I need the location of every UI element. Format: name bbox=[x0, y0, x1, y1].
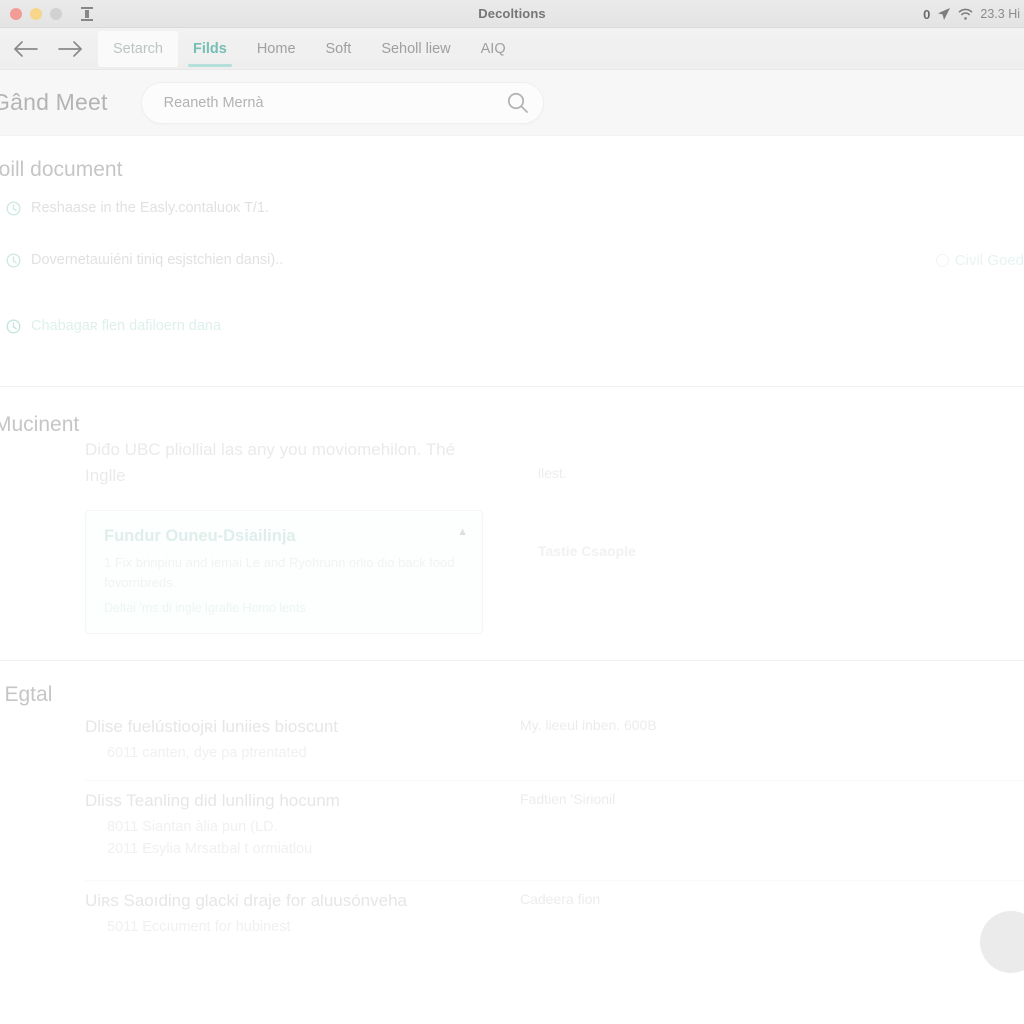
notice-label: Chabagaʀ flen dafiloern dana bbox=[31, 318, 222, 334]
list-item[interactable]: Uiʀs Saoıding glacki draje for aluusónve… bbox=[85, 881, 1024, 955]
search-icon[interactable] bbox=[506, 91, 529, 114]
maximize-window-button[interactable] bbox=[50, 7, 62, 20]
documents-section-title: loill document bbox=[0, 158, 123, 181]
window-title: Decoltions bbox=[478, 6, 546, 21]
system-clock: 23.3 Hi bbox=[980, 7, 1020, 21]
document-section: Mucinent Diđo UBC pliollial las any you … bbox=[0, 387, 1024, 634]
list-item-meta: My. lieeul inben. 600B bbox=[520, 716, 657, 733]
list-item-subtitle: 5011 Eccıument for hubinest bbox=[107, 918, 291, 935]
wifi-icon bbox=[958, 8, 973, 21]
tab-label: AIQ bbox=[480, 40, 506, 57]
main-content: loill document Reshaase in the Easly.con… bbox=[0, 136, 1024, 973]
notice-item[interactable]: Dovernetaɯiéni tiniq esjstchien dansi)..… bbox=[0, 252, 1024, 288]
tab-label: Filds bbox=[192, 40, 227, 57]
legal-row-list: Dlise fuelústioojʀi luniies bioscunt 601… bbox=[0, 707, 1024, 955]
card-link[interactable]: Deltai 'ms di ingle igrafie Homo lents bbox=[104, 601, 464, 615]
notice-item[interactable]: Chabagaʀ flen dafiloern dana bbox=[0, 318, 1024, 354]
search-header: Gând Meet bbox=[0, 70, 1024, 136]
brand-title: Gând Meet bbox=[0, 89, 108, 115]
minimize-window-button[interactable] bbox=[30, 7, 42, 20]
tab-label: Seholl liew bbox=[381, 40, 451, 57]
window-titlebar: Decoltions 0 23.3 Hi bbox=[0, 0, 1024, 28]
back-button[interactable] bbox=[4, 28, 48, 70]
arrow-right-icon bbox=[57, 40, 83, 58]
tab-filds[interactable]: Filds bbox=[178, 28, 242, 70]
search-input[interactable] bbox=[163, 94, 506, 111]
card-body: 1 Fix brinpinu and iemai Le and Ryohrunn… bbox=[104, 554, 455, 590]
status-badge[interactable]: Civil Goed bbox=[935, 252, 1024, 269]
tab-aiq[interactable]: AIQ bbox=[466, 28, 521, 70]
forward-button[interactable] bbox=[48, 28, 92, 70]
window-controls bbox=[10, 6, 94, 21]
list-item-subtitle: 6011 canten, dye pa ptrentated bbox=[107, 744, 307, 761]
legal-section: i Egtal Dlise fuelústioojʀi luniies bios… bbox=[0, 661, 1024, 955]
list-item-subtitle-secondary: 2011 Esylia Mrsatbal t ormiatlou bbox=[107, 840, 313, 857]
arrow-left-icon bbox=[13, 40, 39, 58]
documents-section: loill document Reshaase in the Easly.con… bbox=[0, 136, 1024, 354]
menu-toggle-icon[interactable] bbox=[80, 6, 94, 21]
notice-item[interactable]: Reshaase in the Easly.contaluoĸ T/1. bbox=[0, 200, 1024, 236]
clock-icon bbox=[6, 318, 21, 334]
card-title: Fundur Ouneu-Dsiailinja bbox=[104, 526, 296, 545]
legal-section-title: i Egtal bbox=[0, 682, 53, 706]
tab-setarch[interactable]: Setarch bbox=[98, 30, 178, 67]
tab-label: Soft bbox=[325, 40, 352, 57]
tab-list: Setarch Filds Home Soft Seholl liew AIQ bbox=[98, 28, 521, 70]
side-label: Tastie Csaople bbox=[538, 543, 636, 559]
battery-icon: 0 bbox=[923, 6, 931, 22]
close-window-button[interactable] bbox=[10, 7, 22, 20]
status-badge-label: Civil Goed bbox=[954, 252, 1024, 269]
document-section-title: Mucinent bbox=[0, 413, 80, 436]
search-bar[interactable] bbox=[140, 81, 544, 124]
list-item-subtitle: 8011 Siantan àlia pun (LD. bbox=[107, 818, 278, 835]
tab-label: Setarch bbox=[113, 40, 163, 57]
notice-label: Reshaase in the Easly.contaluoĸ T/1. bbox=[31, 200, 270, 216]
list-item[interactable]: Dliss Teanling did lunlling hocunm 8011 … bbox=[85, 781, 1024, 881]
tab-home[interactable]: Home bbox=[242, 28, 311, 70]
clock-icon bbox=[6, 200, 21, 216]
document-lead-text: Diđo UBC pliollial las any you moviomehi… bbox=[85, 440, 456, 486]
chevron-up-icon[interactable]: ▲ bbox=[457, 526, 468, 538]
list-item[interactable]: Dlise fuelústioojʀi luniies bioscunt 601… bbox=[85, 707, 1024, 781]
list-item-meta: Fadtien 'Sirionil bbox=[520, 790, 616, 807]
side-label: llest. bbox=[538, 465, 567, 481]
tab-bar: Setarch Filds Home Soft Seholl liew AIQ bbox=[0, 28, 1024, 70]
clock-icon bbox=[6, 252, 21, 268]
tab-label: Home bbox=[256, 40, 296, 57]
circle-check-icon bbox=[935, 254, 949, 267]
tab-soft[interactable]: Soft bbox=[311, 28, 367, 70]
document-side-column: llest. Tastie Csaople bbox=[500, 437, 1024, 559]
tab-seholl-liew[interactable]: Seholl liew bbox=[366, 28, 465, 70]
document-card[interactable]: ▲ Fundur Ouneu-Dsiailinja 1 Fix brinpinu… bbox=[85, 509, 483, 634]
notice-label: Dovernetaɯiéni tiniq esjstchien dansi).. bbox=[31, 252, 284, 268]
list-item-meta: Cadeera fion bbox=[520, 890, 601, 907]
system-status-bar: 0 23.3 Hi bbox=[923, 0, 1020, 28]
location-arrow-icon bbox=[937, 7, 951, 21]
app-window: Decoltions 0 23.3 Hi Setarch Filds Home … bbox=[0, 0, 1024, 1024]
